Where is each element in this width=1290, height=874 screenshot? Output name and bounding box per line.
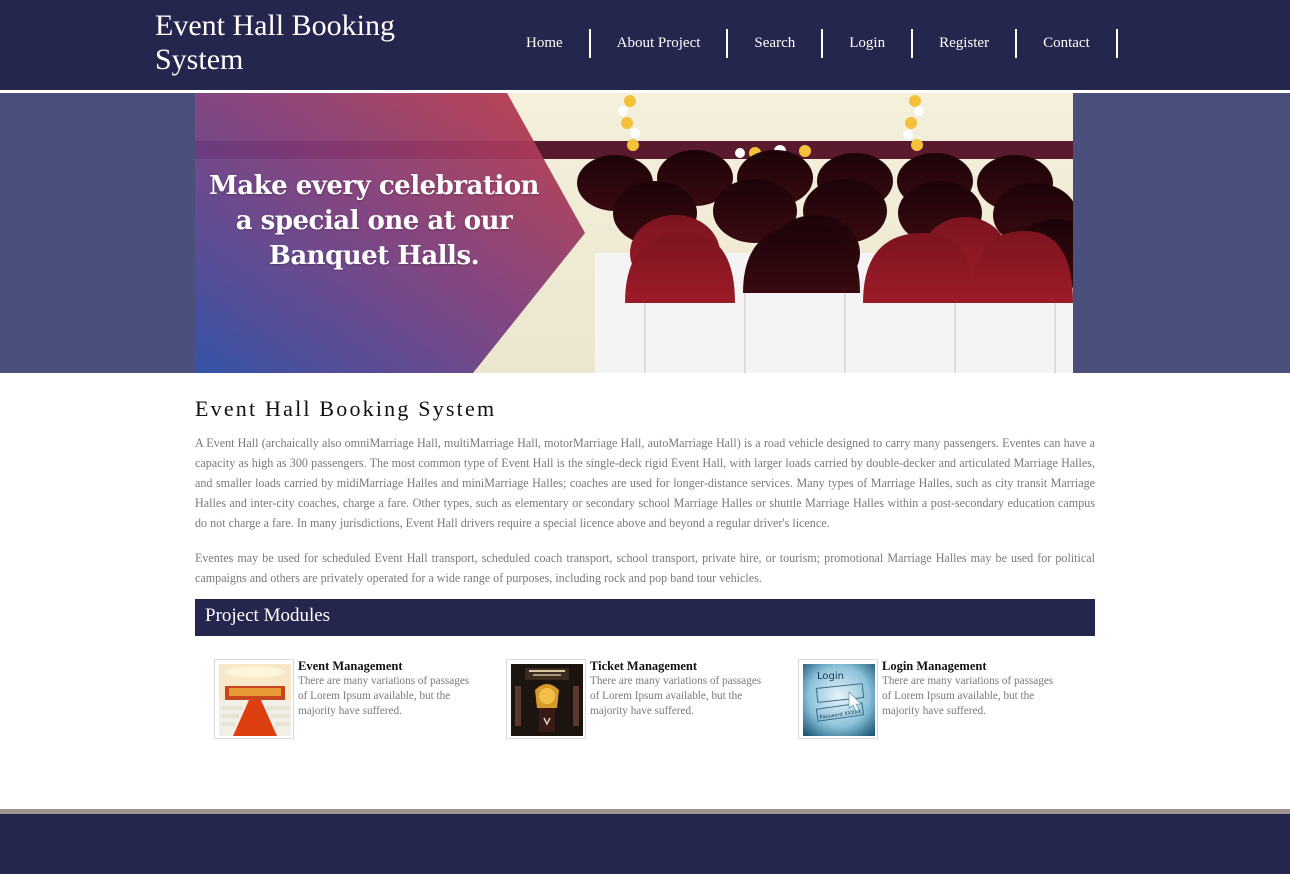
nav-home[interactable]: Home [500, 29, 591, 58]
site-title[interactable]: Event Hall Booking System [155, 9, 455, 77]
module-title[interactable]: Event Management [298, 659, 403, 673]
main-nav: Home About Project Search Login Register… [500, 29, 1118, 58]
nav-search[interactable]: Search [728, 29, 824, 58]
site-footer [0, 814, 1290, 874]
nav-about-project[interactable]: About Project [591, 29, 729, 58]
modules-list: Event Management There are many variatio… [214, 659, 1094, 741]
page-title: Event Hall Booking System [195, 396, 497, 421]
modules-title: Project Modules [205, 605, 331, 626]
main-content: Event Hall Booking System A Event Hall (… [195, 374, 1095, 588]
banner-line-3: Banquet Halls. [268, 241, 480, 271]
banner-tagline: Make every celebration a special one at … [195, 169, 553, 274]
hero-banner: Make every celebration a special one at … [195, 93, 1073, 373]
module-title[interactable]: Login Management [882, 659, 987, 673]
module-description: There are many variations of passages of… [590, 675, 762, 717]
ticket-venue-photo[interactable] [506, 659, 586, 739]
banner-line-1: Make every celebration [209, 171, 539, 201]
event-hall-aisle-photo[interactable] [214, 659, 294, 739]
usage-paragraph: Eventes may be used for scheduled Event … [195, 551, 1095, 585]
module-ticket-management: Ticket Management There are many variati… [506, 659, 776, 741]
nav-contact[interactable]: Contact [1017, 29, 1118, 58]
svg-text:Login: Login [817, 671, 844, 682]
banner-line-2: a special one at our [235, 206, 513, 236]
modules-section-header: Project Modules [195, 599, 1095, 636]
module-description: There are many variations of passages of… [298, 675, 470, 717]
module-title[interactable]: Ticket Management [590, 659, 697, 673]
module-description: There are many variations of passages of… [882, 675, 1054, 717]
nav-register[interactable]: Register [913, 29, 1018, 58]
login-form-photo[interactable]: Login Password XXXXX [798, 659, 878, 739]
module-event-management: Event Management There are many variatio… [214, 659, 484, 741]
module-login-management: Login Password XXXXX Login Management Th… [798, 659, 1068, 741]
site-header: Event Hall Booking System Home About Pro… [0, 0, 1290, 90]
nav-login[interactable]: Login [823, 29, 914, 58]
intro-paragraph: A Event Hall (archaically also omniMarri… [195, 436, 1095, 530]
